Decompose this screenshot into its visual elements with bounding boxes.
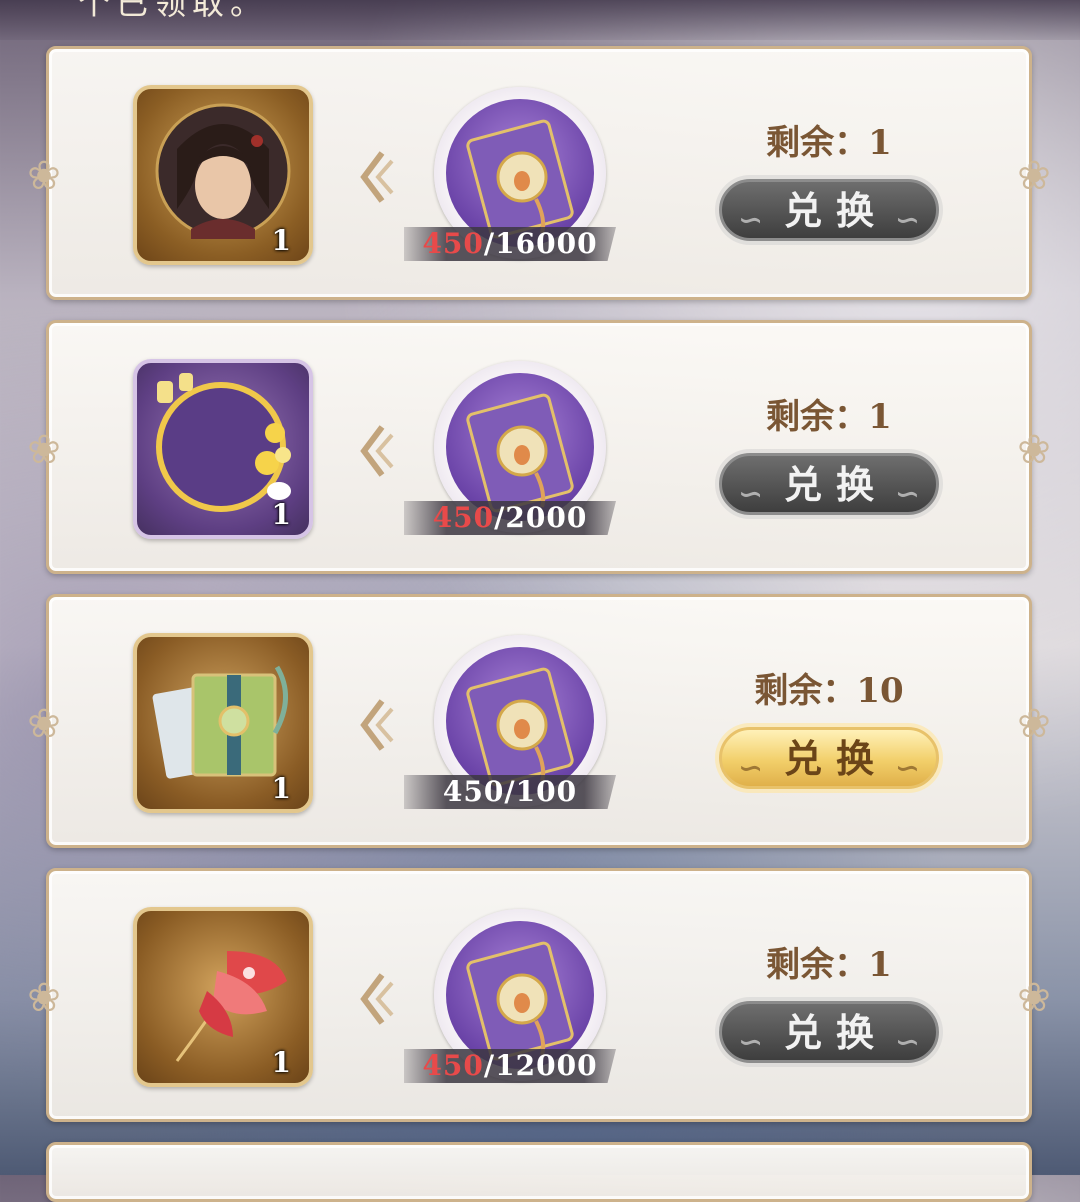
exchange-button[interactable]: ∽ 兑换 ∽ xyxy=(719,1001,939,1063)
cost-required: /100 xyxy=(504,775,578,808)
exchange-item-card: ❀ ❀ 1 450/16000 剩余：1 ∽ 兑换 ∽ xyxy=(27,46,1051,300)
remaining-count: 剩余：1 xyxy=(766,945,892,985)
cost-display: 450/16000 xyxy=(404,227,616,261)
lotus-ornament-icon: ❀ xyxy=(1017,153,1051,199)
double-chevron-left-icon xyxy=(360,425,394,477)
lotus-ornament-icon: ❀ xyxy=(1017,427,1051,473)
swirl-left-icon: ∽ xyxy=(738,751,764,786)
lotus-ornament-icon: ❀ xyxy=(27,153,61,199)
exchange-item-card: ❀ ❀ 1 450/12000 剩余：1 ∽ 兑换 ∽ xyxy=(27,868,1051,1122)
exchange-item-card xyxy=(46,1142,1032,1202)
lotus-ornament-icon: ❀ xyxy=(1017,701,1051,747)
lotus-ornament-icon: ❀ xyxy=(1017,975,1051,1021)
remaining-count: 剩余：1 xyxy=(766,397,892,437)
swirl-right-icon: ∽ xyxy=(894,477,920,512)
cost-owned: 450 xyxy=(442,775,505,808)
swirl-right-icon: ∽ xyxy=(894,751,920,786)
exchange-item-card: ❀ ❀ 1 450/2000 剩余：1 ∽ 兑换 ∽ xyxy=(27,320,1051,574)
scroll-ticket-icon xyxy=(446,921,594,1069)
double-chevron-left-icon xyxy=(360,699,394,751)
lotus-ornament-icon: ❀ xyxy=(27,975,61,1021)
top-banner: 个已领取。 xyxy=(0,0,1080,40)
swirl-left-icon: ∽ xyxy=(738,203,764,238)
cost-display: 450/100 xyxy=(404,775,616,809)
reward-count: 1 xyxy=(271,224,291,257)
cost-owned: 450 xyxy=(432,501,495,534)
cost-owned: 450 xyxy=(422,1049,484,1082)
exchange-button-label: 兑换 xyxy=(783,188,888,233)
cost-required: /2000 xyxy=(494,501,588,534)
scroll-ticket-icon xyxy=(446,373,594,521)
exchange-item-card: ❀ ❀ 1 450/100 剩余：10 ∽ 兑换 ∽ xyxy=(27,594,1051,848)
lotus-ornament-icon: ❀ xyxy=(27,427,61,473)
cost-required: /12000 xyxy=(483,1049,598,1082)
exchange-button-label: 兑换 xyxy=(783,1010,888,1055)
double-chevron-left-icon xyxy=(360,973,394,1025)
swirl-right-icon: ∽ xyxy=(894,1025,920,1060)
exchange-button[interactable]: ∽ 兑换 ∽ xyxy=(719,727,939,789)
cost-display: 450/12000 xyxy=(404,1049,616,1083)
swirl-right-icon: ∽ xyxy=(894,203,920,238)
reward-avatar-frame-icon[interactable]: 1 xyxy=(133,359,313,539)
swirl-left-icon: ∽ xyxy=(738,477,764,512)
scroll-ticket-icon xyxy=(446,647,594,795)
reward-count: 1 xyxy=(271,498,291,531)
remaining-count: 剩余：1 xyxy=(766,123,892,163)
lotus-ornament-icon: ❀ xyxy=(27,701,61,747)
cost-required: /16000 xyxy=(483,227,598,260)
reward-count: 1 xyxy=(271,1046,291,1079)
exchange-button-label: 兑换 xyxy=(783,736,888,781)
scroll-ticket-icon xyxy=(446,99,594,247)
reward-avatar-icon[interactable]: 1 xyxy=(133,85,313,265)
remaining-count: 剩余：10 xyxy=(754,671,904,711)
exchange-button-label: 兑换 xyxy=(783,462,888,507)
header-text: 个已领取。 xyxy=(78,0,269,22)
reward-count: 1 xyxy=(271,772,291,805)
reward-feather-icon[interactable]: 1 xyxy=(133,907,313,1087)
cost-owned: 450 xyxy=(422,227,484,260)
cost-display: 450/2000 xyxy=(404,501,616,535)
exchange-button[interactable]: ∽ 兑换 ∽ xyxy=(719,453,939,515)
exchange-button[interactable]: ∽ 兑换 ∽ xyxy=(719,179,939,241)
double-chevron-left-icon xyxy=(360,151,394,203)
swirl-left-icon: ∽ xyxy=(738,1025,764,1060)
reward-book-icon[interactable]: 1 xyxy=(133,633,313,813)
